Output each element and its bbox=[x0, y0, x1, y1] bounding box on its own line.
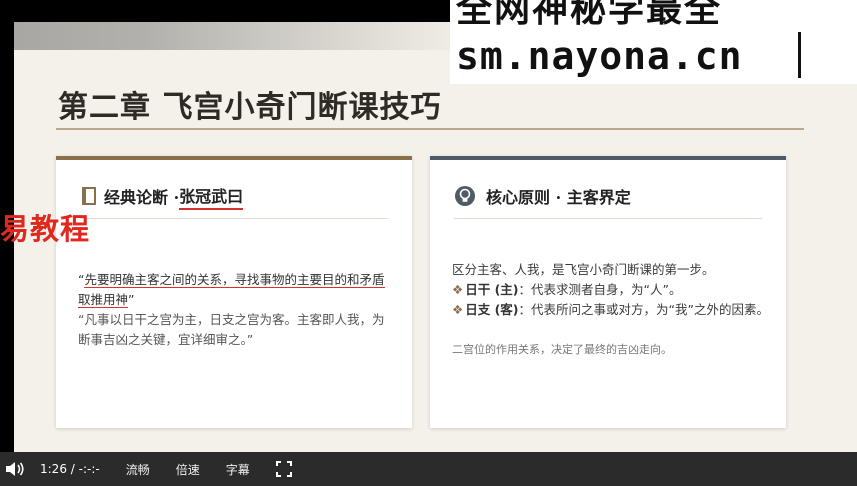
card-divider bbox=[454, 218, 762, 219]
title-divider bbox=[56, 128, 804, 130]
bullet-text: ：代表求测者自身，为“人”。 bbox=[518, 282, 682, 297]
card-heading: 核心原则 · 主客界定 bbox=[454, 180, 631, 212]
bullet-text: ：代表所问之事或对方，为“我”之外的因素。 bbox=[518, 302, 769, 317]
time-display: 1:26 / -:-:- bbox=[40, 462, 100, 476]
card-heading-prefix: 经典论断 · bbox=[104, 188, 180, 207]
bullet-key: 日支 (客) bbox=[465, 302, 519, 317]
overlay-line-2: sm.nayona.cn bbox=[456, 34, 743, 78]
slide-topbar bbox=[14, 22, 454, 50]
core-principle-card: 核心原则 · 主客界定 区分主客、人我，是飞宫小奇门断课的第一步。 ❖ 日干 (主… bbox=[430, 156, 786, 428]
classic-quote-card: 经典论断 · 张冠武曰 “先要明确主客之间的关系，寻找事物的主要目的和矛盾取推用… bbox=[56, 156, 412, 428]
card-heading-text: 核心原则 · 主客界定 bbox=[486, 188, 631, 207]
quote-secondary: “凡事以日干之宫为主，日支之宫为客。主客即人我，为断事吉凶之关键，宜详细审之。” bbox=[78, 312, 385, 347]
quote-primary: “先要明确主客之间的关系，寻找事物的主要目的和矛盾取推用神” bbox=[78, 270, 396, 310]
principle-intro: 区分主客、人我，是飞宫小奇门断课的第一步。 bbox=[452, 262, 715, 277]
card-heading-highlight: 张冠武曰 bbox=[179, 183, 244, 210]
card-heading: 经典论断 · 张冠武曰 bbox=[82, 180, 244, 212]
quote-close-mark: ” bbox=[128, 292, 135, 307]
quality-button[interactable]: 流畅 bbox=[126, 461, 150, 478]
site-overlay: 全网神秘学最全 sm.nayona.cn bbox=[450, 0, 857, 84]
book-icon bbox=[82, 187, 96, 205]
player-controls: 1:26 / -:-:- 流畅 倍速 字幕 bbox=[0, 452, 857, 486]
lightbulb-icon bbox=[455, 186, 475, 206]
text-cursor bbox=[798, 32, 801, 78]
principle-footer: 二宫位的作用关系，决定了最终的吉凶走向。 bbox=[452, 343, 672, 356]
fullscreen-icon[interactable] bbox=[275, 461, 292, 477]
bullet-day-stem: ❖ 日干 (主)：代表求测者自身，为“人”。 bbox=[452, 280, 772, 300]
watermark-left: 易教程 bbox=[0, 212, 91, 246]
speed-button[interactable]: 倍速 bbox=[176, 461, 200, 478]
diamond-bullet-icon: ❖ bbox=[452, 282, 464, 297]
subtitle-button[interactable]: 字幕 bbox=[226, 461, 250, 478]
bullet-day-branch: ❖ 日支 (客)：代表所问之事或对方，为“我”之外的因素。 bbox=[452, 300, 772, 320]
card-divider bbox=[80, 218, 388, 219]
bullet-key: 日干 (主) bbox=[465, 282, 519, 297]
page-title: 第二章 飞宫小奇门断课技巧 bbox=[58, 90, 442, 125]
overlay-line-1: 全网神秘学最全 bbox=[456, 0, 723, 30]
quote-underlined-text: 先要明确主客之间的关系，寻找事物的主要目的和矛盾取推用神 bbox=[78, 272, 385, 308]
diamond-bullet-icon: ❖ bbox=[452, 302, 464, 317]
volume-icon[interactable] bbox=[4, 460, 26, 478]
